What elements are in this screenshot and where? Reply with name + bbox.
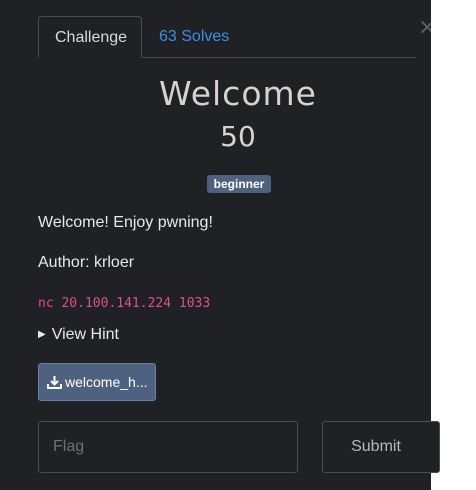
close-icon[interactable]: × (418, 17, 431, 39)
download-file-label: welcome_h... (65, 374, 148, 390)
tab-challenge[interactable]: Challenge (38, 16, 142, 58)
challenge-title: Welcome (159, 74, 317, 113)
flag-input[interactable] (38, 421, 298, 473)
download-file-button[interactable]: welcome_h... (38, 363, 156, 401)
challenge-points: 50 (220, 120, 256, 153)
challenge-tabs: Challenge 63 Solves (38, 16, 416, 58)
submit-button[interactable]: Submit (322, 421, 440, 473)
view-hint-toggle[interactable]: ▶ View Hint (38, 326, 119, 344)
challenge-tag-badge: beginner (207, 175, 271, 193)
download-icon (47, 376, 62, 389)
challenge-author: Author: krloer (38, 254, 135, 271)
hint-label: View Hint (51, 326, 119, 343)
tab-solves[interactable]: 63 Solves (143, 16, 245, 57)
challenge-description: Welcome! Enjoy pwning! (38, 214, 213, 231)
connection-command: nc 20.100.141.224 1033 (38, 296, 211, 311)
triangle-right-icon: ▶ (38, 329, 46, 340)
